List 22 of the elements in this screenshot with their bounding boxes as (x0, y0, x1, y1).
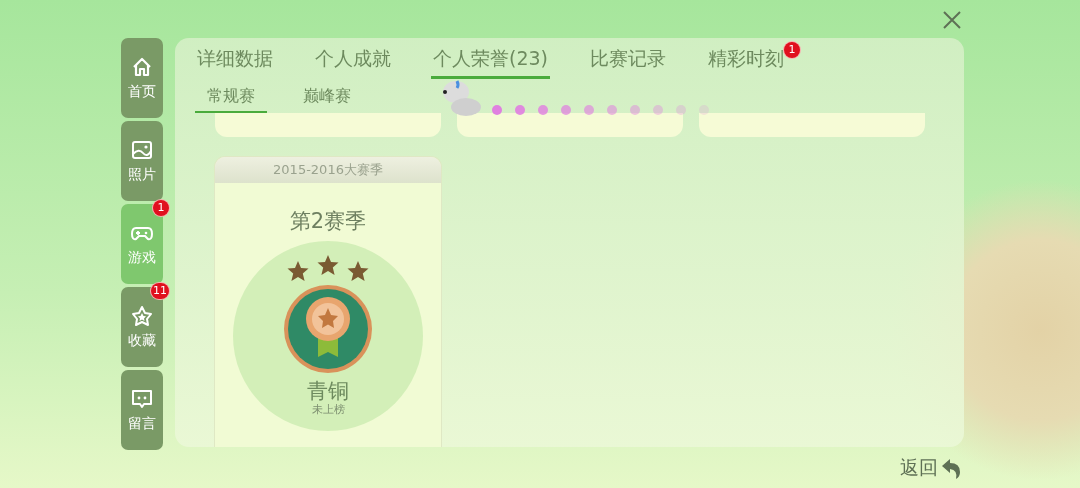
sidebar-item[interactable]: 首页 (121, 38, 163, 118)
season-header: 2015-2016大赛季 (215, 157, 441, 183)
notification-badge: 1 (153, 200, 169, 216)
rank-status: 未上榜 (311, 402, 345, 417)
rank-label: 青铜 (307, 381, 349, 402)
tab[interactable]: 个人荣誉(23) (431, 46, 550, 80)
pet-drawing (440, 79, 484, 117)
season-title: 第2赛季 (288, 208, 368, 235)
picture-icon (130, 138, 154, 162)
tab[interactable]: 个人成就 (313, 46, 393, 80)
medal-icon (282, 283, 374, 375)
tab[interactable]: 详细数据 (195, 46, 275, 80)
notification-badge: 1 (784, 42, 800, 59)
tab[interactable]: 比赛记录 (588, 46, 668, 80)
subtab[interactable]: 巅峰赛 (291, 86, 363, 113)
chat-bubble-icon (130, 387, 154, 411)
tab[interactable]: 精彩时刻 (706, 46, 786, 80)
sidebar-item[interactable]: 照片 (121, 121, 163, 201)
star-icon (130, 304, 154, 328)
sidebar-item[interactable]: 留言 (121, 370, 163, 450)
notification-badge: 11 (151, 283, 169, 299)
back-button[interactable]: 返回 (900, 455, 964, 481)
